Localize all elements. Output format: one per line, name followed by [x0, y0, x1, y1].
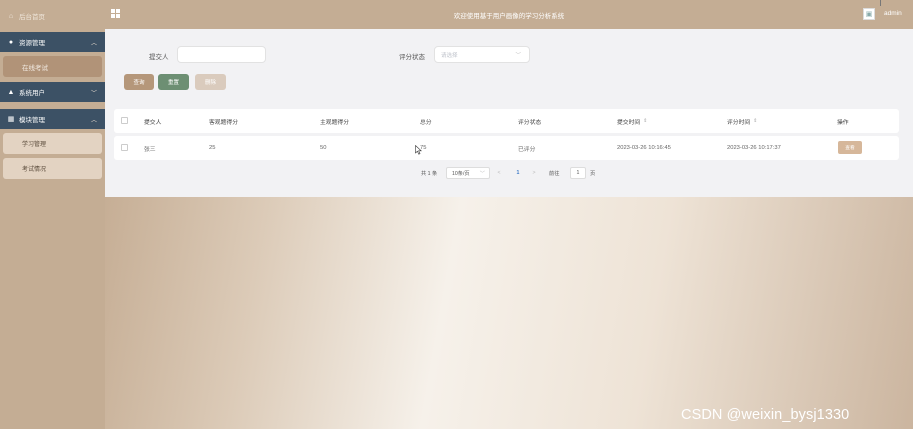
cell-score-time: 2023-03-26 10:17:37 [727, 145, 781, 151]
sidebar-item-resources[interactable]: ● 资源管理 ︿ [0, 32, 105, 52]
pagination-total: 共 1 条 [421, 170, 438, 177]
reset-button[interactable]: 重置 [158, 74, 189, 90]
prev-page-button[interactable]: < [494, 167, 504, 179]
page-suffix-label: 页 [590, 170, 596, 177]
status-select[interactable]: 请选择 ﹀ [434, 46, 530, 63]
chevron-down-icon: ﹀ [515, 52, 521, 59]
sidebar-item-label: 后台首页 [19, 14, 45, 21]
sidebar-item-label: 资源管理 [19, 40, 45, 47]
current-page[interactable]: 1 [512, 167, 524, 179]
user-icon: ▲ [7, 88, 15, 96]
table-header: 提交人 客观题得分 主观题得分 总分 评分状态 提交时间 ⇕ 评分时间 ⇕ 操作 [114, 109, 899, 133]
page-size-select[interactable]: 10条/页 ﹀ [446, 167, 490, 179]
column-header: 总分 [420, 119, 432, 126]
column-header-label: 评分时间 [727, 119, 751, 126]
status-label: 评分状态 [399, 54, 425, 61]
cell-subjective-score: 50 [320, 145, 327, 151]
cell-submit-time: 2023-03-26 10:16:45 [617, 145, 671, 151]
select-all-checkbox[interactable] [121, 117, 128, 124]
watermark-text: CSDN @weixin_bysj1330 [681, 407, 850, 423]
sidebar-item-online-exam[interactable]: 在线考试 [3, 56, 102, 77]
status-select-placeholder: 请选择 [441, 52, 458, 59]
chevron-down-icon: ﹀ [90, 90, 97, 97]
sidebar-item-exam-status[interactable]: 考试情况 [3, 158, 102, 179]
sidebar-item-label: 模块管理 [19, 117, 45, 124]
column-header-label: 提交时间 [617, 119, 641, 126]
column-header-sortable[interactable]: 提交时间 ⇕ [617, 109, 647, 133]
cell-status: 已评分 [518, 146, 536, 153]
goto-page-input[interactable]: 1 [570, 167, 586, 179]
page-size-value: 10条/页 [452, 170, 470, 177]
sort-icon[interactable]: ⇕ [643, 118, 647, 124]
location-icon: ● [8, 38, 14, 46]
row-checkbox[interactable] [121, 144, 128, 151]
user-name[interactable]: admin [884, 10, 902, 17]
next-page-button[interactable]: > [529, 167, 539, 179]
grid-icon: ▦ [7, 116, 15, 123]
goto-label: 前往 [549, 170, 560, 177]
sidebar-item-home[interactable]: ⌂ 后台首页 [0, 6, 105, 26]
chevron-up-icon: ︿ [90, 40, 97, 47]
column-header: 评分状态 [518, 119, 542, 126]
sidebar: ⌂ 后台首页 ● 资源管理 ︿ 在线考试 ▲ 系统用户 ﹀ ▦ 模块管理 ︿ 学… [0, 0, 105, 429]
system-title: 欢迎使用基于用户画像的学习分析系统 [453, 13, 565, 20]
column-header: 客观题得分 [209, 119, 238, 126]
sort-icon[interactable]: ⇕ [753, 118, 757, 124]
top-bar: 欢迎使用基于用户画像的学习分析系统 ▣ admin [105, 0, 913, 29]
sidebar-item-label: 学习管理 [22, 142, 47, 148]
column-header-sortable[interactable]: 评分时间 ⇕ [727, 109, 757, 133]
divider [880, 0, 881, 6]
submitter-input[interactable] [177, 46, 266, 63]
avatar-icon[interactable]: ▣ [863, 8, 875, 20]
view-button[interactable]: 查看 [838, 141, 862, 154]
sidebar-item-modules[interactable]: ▦ 模块管理 ︿ [0, 109, 105, 129]
submitter-label: 提交人 [149, 54, 169, 61]
query-button[interactable]: 查询 [124, 74, 154, 90]
column-header: 主观题得分 [320, 119, 349, 126]
home-icon: ⌂ [8, 12, 14, 20]
sidebar-item-label: 在线考试 [22, 64, 48, 72]
chevron-down-icon: ﹀ [479, 170, 485, 177]
mouse-cursor-icon [415, 145, 422, 155]
column-header: 操作 [837, 119, 849, 126]
column-header: 提交人 [144, 119, 162, 126]
sidebar-item-study-management[interactable]: 学习管理 [3, 133, 102, 154]
table-row: 张三 25 50 75 已评分 2023-03-26 10:16:45 2023… [114, 136, 899, 160]
sidebar-item-label: 系统用户 [19, 90, 45, 97]
sidebar-item-label: 考试情况 [22, 167, 47, 173]
cell-submitter: 张三 [144, 146, 156, 153]
sidebar-item-system-users[interactable]: ▲ 系统用户 ﹀ [0, 82, 105, 102]
chevron-up-icon: ︿ [90, 117, 97, 124]
delete-button[interactable]: 删除 [195, 74, 226, 90]
cell-objective-score: 25 [209, 145, 216, 151]
